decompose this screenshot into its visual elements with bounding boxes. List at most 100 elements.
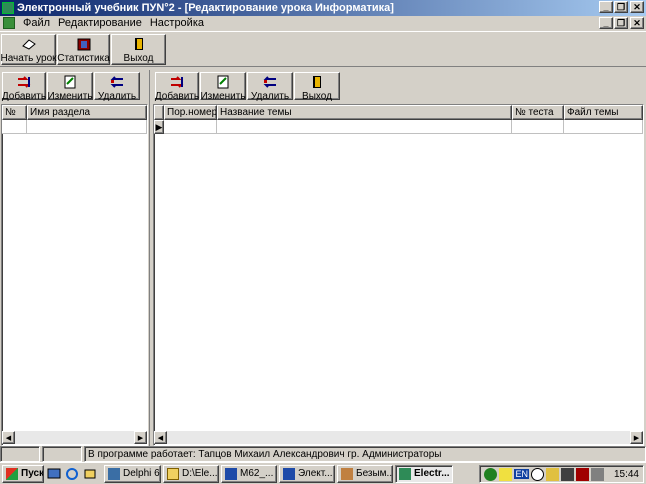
scroll-left-arrow-icon[interactable]: ◀: [2, 431, 15, 444]
status-bar: В программе работает: Тапцов Михаил Алек…: [0, 446, 646, 462]
sections-toolbar: Добавить Изменить Удалить: [0, 70, 149, 102]
grid-cell[interactable]: [217, 120, 512, 134]
add-section-button[interactable]: Добавить: [1, 72, 47, 102]
column-topic-file[interactable]: Файл темы: [564, 105, 643, 120]
display-icon[interactable]: [560, 467, 574, 481]
outlook-icon[interactable]: [82, 466, 98, 482]
internet-explorer-icon[interactable]: [64, 466, 80, 482]
task-electronic-textbook[interactable]: Electr...: [395, 464, 453, 483]
task-delphi[interactable]: Delphi 6: [104, 464, 161, 483]
menu-settings[interactable]: Настройка: [146, 17, 208, 29]
delete-arrows-icon: [262, 75, 278, 89]
task-label: Electr...: [414, 468, 450, 479]
task-label: M62_...: [240, 468, 274, 479]
windows-logo-icon: [6, 467, 18, 480]
sections-grid[interactable]: № Имя раздела ◀ ▶: [1, 104, 148, 446]
indicator-header: [154, 105, 164, 120]
menu-bar: Файл Редактирование Настройка _ ❐ ✕: [0, 16, 646, 30]
mdi-restore-button[interactable]: ❐: [614, 17, 628, 29]
edit-section-label: Изменить: [47, 91, 93, 102]
add-topic-label: Добавить: [154, 91, 200, 102]
column-number[interactable]: №: [2, 105, 27, 120]
network-icon[interactable]: [484, 467, 498, 481]
language-indicator[interactable]: EN: [514, 469, 529, 479]
scroll-right-arrow-icon[interactable]: ▶: [134, 431, 147, 444]
add-topic-button[interactable]: Добавить: [154, 72, 200, 102]
clock-icon[interactable]: [530, 467, 544, 481]
task-label: D:\Ele...: [182, 468, 218, 479]
edit-topic-label: Изменить: [200, 91, 246, 102]
delete-arrows-icon: [109, 75, 125, 89]
delete-section-label: Удалить: [97, 91, 137, 102]
column-order-number[interactable]: Пор.номер: [164, 105, 217, 120]
column-test-number[interactable]: № теста: [512, 105, 564, 120]
scheduler-icon[interactable]: [545, 467, 559, 481]
delete-topic-button[interactable]: Удалить: [247, 72, 293, 102]
task-explorer[interactable]: D:\Ele...: [163, 464, 219, 483]
edit-topic-button[interactable]: Изменить: [200, 72, 246, 102]
task-word-1[interactable]: M62_...: [221, 464, 277, 483]
delete-section-button[interactable]: Удалить: [94, 72, 140, 102]
word-icon: [283, 467, 295, 480]
delete-topic-label: Удалить: [250, 91, 290, 102]
printer-icon[interactable]: [590, 467, 604, 481]
antivirus-icon[interactable]: [575, 467, 589, 481]
status-pane-empty: [0, 446, 40, 462]
row-indicator-icon[interactable]: ▶: [154, 120, 164, 134]
scroll-right-arrow-icon[interactable]: ▶: [630, 431, 643, 444]
sections-hscrollbar[interactable]: ◀ ▶: [2, 431, 147, 444]
add-section-label: Добавить: [1, 91, 47, 102]
task-paint[interactable]: Безым...: [337, 464, 393, 483]
word-icon: [225, 467, 237, 480]
topics-exit-label: Выход: [302, 91, 332, 102]
app-icon[interactable]: [2, 2, 14, 14]
mdi-child-icon[interactable]: [3, 17, 15, 29]
minimize-button[interactable]: _: [599, 1, 613, 13]
system-tray: EN 15:44: [479, 465, 644, 483]
folder-icon: [167, 467, 179, 480]
task-word-2[interactable]: Элект...: [279, 464, 335, 483]
topics-panel: Добавить Изменить Удалить Выход Пор.номе…: [153, 70, 646, 446]
exit-button[interactable]: Выход: [111, 34, 166, 65]
scroll-left-arrow-icon[interactable]: ◀: [154, 431, 167, 444]
volume-icon[interactable]: [499, 467, 513, 481]
close-button[interactable]: ✕: [630, 1, 644, 13]
add-arrows-icon: [16, 75, 32, 89]
grid-cell[interactable]: [27, 120, 147, 134]
grid-cell[interactable]: [2, 120, 27, 134]
statistics-button[interactable]: Статистика: [57, 34, 110, 65]
mdi-close-button[interactable]: ✕: [630, 17, 644, 29]
edit-icon: [215, 75, 231, 89]
film-icon: [76, 37, 92, 51]
edit-icon: [62, 75, 78, 89]
topics-grid[interactable]: Пор.номер Название темы № теста Файл тем…: [153, 104, 644, 446]
column-section-name[interactable]: Имя раздела: [27, 105, 147, 120]
grid-cell[interactable]: [164, 120, 217, 134]
status-pane-empty: [42, 446, 82, 462]
exit-label: Выход: [123, 53, 154, 64]
clock[interactable]: 15:44: [614, 469, 639, 480]
start-label: Пуск: [21, 468, 44, 479]
status-text: В программе работает: Тапцов Михаил Алек…: [84, 446, 646, 462]
grid-cell[interactable]: [512, 120, 564, 134]
taskbar: Пуск Delphi 6 D:\Ele... M62_... Элект...…: [0, 462, 646, 484]
topics-hscrollbar[interactable]: ◀ ▶: [154, 431, 643, 444]
app-icon: [399, 467, 411, 480]
menu-file[interactable]: Файл: [19, 17, 54, 29]
grid-cell[interactable]: [564, 120, 643, 134]
restore-button[interactable]: ❐: [614, 1, 628, 13]
window-titlebar[interactable]: Электронный учебник ПУN°2 - [Редактирова…: [0, 0, 646, 16]
window-title: Электронный учебник ПУN°2 - [Редактирова…: [17, 2, 394, 14]
edit-section-button[interactable]: Изменить: [47, 72, 93, 102]
start-lesson-button[interactable]: Начать урок: [0, 34, 57, 65]
mdi-minimize-button[interactable]: _: [599, 17, 613, 29]
show-desktop-icon[interactable]: [46, 466, 62, 482]
column-topic-name[interactable]: Название темы: [217, 105, 512, 120]
panel-splitter[interactable]: [149, 70, 152, 446]
topics-exit-button[interactable]: Выход: [294, 72, 340, 102]
task-label: Безым...: [356, 468, 393, 479]
start-button[interactable]: Пуск: [2, 464, 44, 483]
door-icon: [131, 37, 147, 51]
menu-edit[interactable]: Редактирование: [54, 17, 146, 29]
paint-icon: [341, 467, 353, 480]
